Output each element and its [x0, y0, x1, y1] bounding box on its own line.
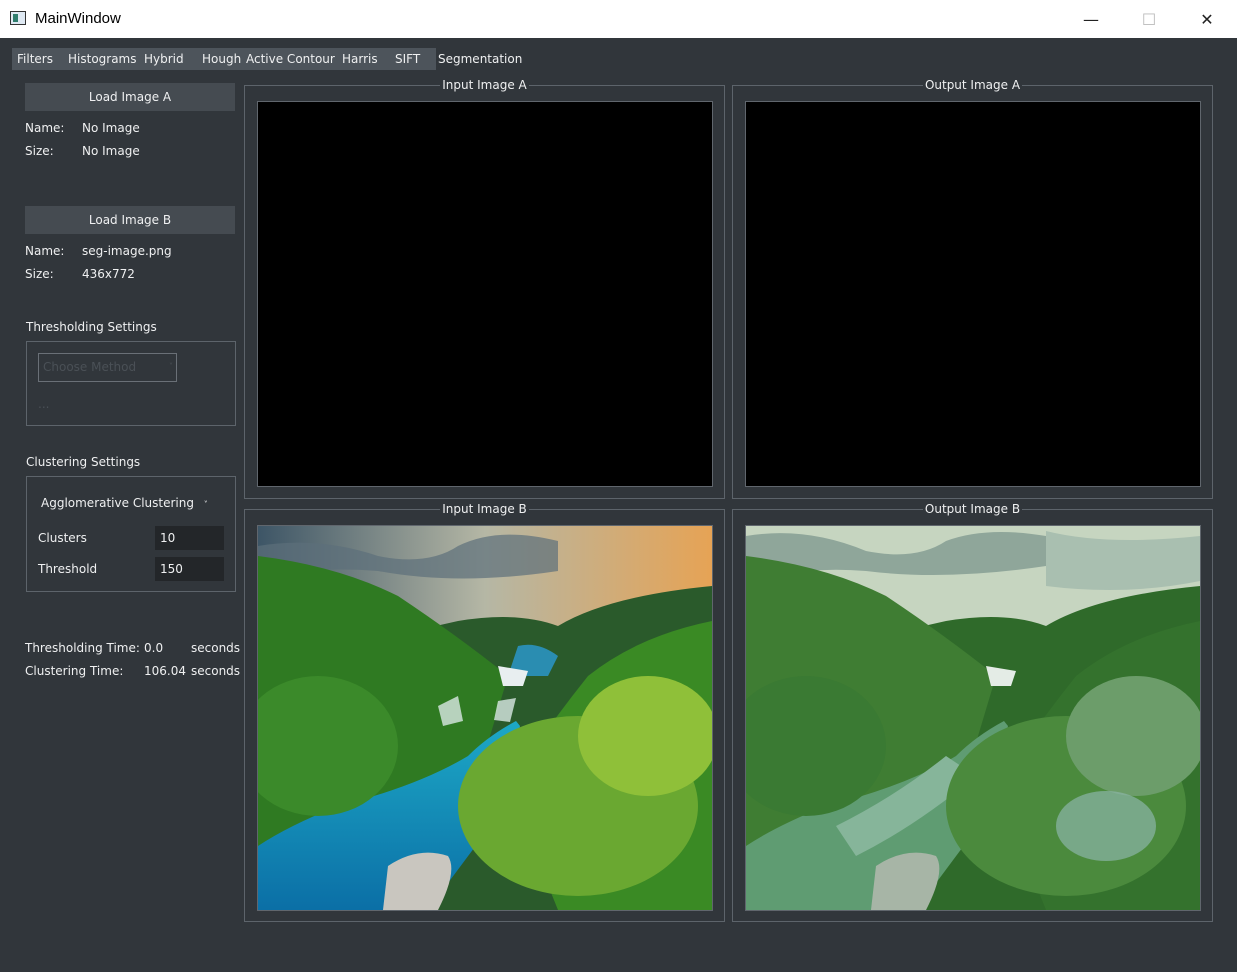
output-image-b-group: Output Image B: [732, 502, 1213, 922]
clusters-input[interactable]: 10: [155, 526, 224, 550]
tab-bar: Filters Histograms Hybrid Hough Active C…: [12, 48, 526, 70]
tab-active-contour[interactable]: Active Contour: [241, 48, 337, 70]
output-image-a-title: Output Image A: [922, 78, 1023, 92]
input-image-a-group: Input Image A: [244, 78, 725, 499]
image-b-name-value: seg-image.png: [82, 244, 172, 258]
input-image-b-view[interactable]: [257, 525, 713, 911]
image-a-name-label: Name:: [25, 121, 65, 135]
tab-filters[interactable]: Filters: [12, 48, 63, 70]
threshold-input[interactable]: 150: [155, 557, 224, 581]
output-image-a-view[interactable]: [745, 101, 1201, 487]
threshold-method-combo[interactable]: Choose Method ˅: [38, 353, 177, 382]
load-image-b-button[interactable]: Load Image B: [25, 206, 235, 234]
maximize-button[interactable]: ☐: [1120, 0, 1178, 38]
clustering-method-value: Agglomerative Clustering: [41, 496, 194, 510]
input-image-b-group: Input Image B: [244, 502, 725, 922]
input-image-a-title: Input Image A: [440, 78, 529, 92]
clustering-time-unit: seconds: [191, 664, 241, 678]
tab-sift[interactable]: SIFT: [383, 48, 436, 70]
image-b-name-label: Name:: [25, 244, 65, 258]
output-image-a-group: Output Image A: [732, 78, 1213, 499]
minimize-button[interactable]: —: [1062, 0, 1120, 38]
close-button[interactable]: ✕: [1178, 0, 1236, 38]
title-bar: MainWindow — ☐ ✕: [0, 0, 1237, 38]
thresholding-time-value: 0.0: [144, 641, 164, 655]
load-image-a-button[interactable]: Load Image A: [25, 83, 235, 111]
output-image-b-view[interactable]: [745, 525, 1201, 911]
tab-harris[interactable]: Harris: [337, 48, 383, 70]
clustering-method-combo[interactable]: Agglomerative Clustering ˅: [41, 490, 211, 518]
tab-histograms[interactable]: Histograms: [63, 48, 139, 70]
input-image-a-view[interactable]: [257, 101, 713, 487]
tab-hough[interactable]: Hough: [191, 48, 241, 70]
chevron-down-icon: ˅: [169, 362, 173, 371]
landscape-photo-original: [258, 526, 712, 910]
clusters-label: Clusters: [38, 531, 87, 545]
threshold-label: Threshold: [38, 562, 98, 576]
thresholding-time-label: Thresholding Time:: [25, 641, 140, 655]
chevron-down-icon: ˅: [203, 500, 208, 509]
image-b-size-value: 436x772: [82, 267, 135, 281]
clustering-time-label: Clustering Time:: [25, 664, 124, 678]
thresholding-extra-label: ...: [38, 397, 50, 411]
output-image-b-title: Output Image B: [922, 502, 1023, 516]
thresholding-settings-title: Thresholding Settings: [26, 320, 157, 334]
landscape-photo-segmented: [746, 526, 1200, 910]
image-a-size-value: No Image: [82, 144, 140, 158]
thresholding-time-unit: seconds: [191, 641, 241, 655]
tab-hybrid[interactable]: Hybrid: [139, 48, 191, 70]
clustering-settings-title: Clustering Settings: [26, 455, 141, 469]
window-title: MainWindow: [35, 10, 121, 27]
clustering-time-value: 106.04: [144, 664, 186, 678]
threshold-method-placeholder: Choose Method: [43, 360, 137, 374]
image-a-name-value: No Image: [82, 121, 140, 135]
app-window-icon: [10, 11, 26, 25]
tab-segmentation[interactable]: Segmentation: [436, 48, 526, 70]
image-a-size-label: Size:: [25, 144, 54, 158]
input-image-b-title: Input Image B: [440, 502, 529, 516]
image-b-size-label: Size:: [25, 267, 54, 281]
